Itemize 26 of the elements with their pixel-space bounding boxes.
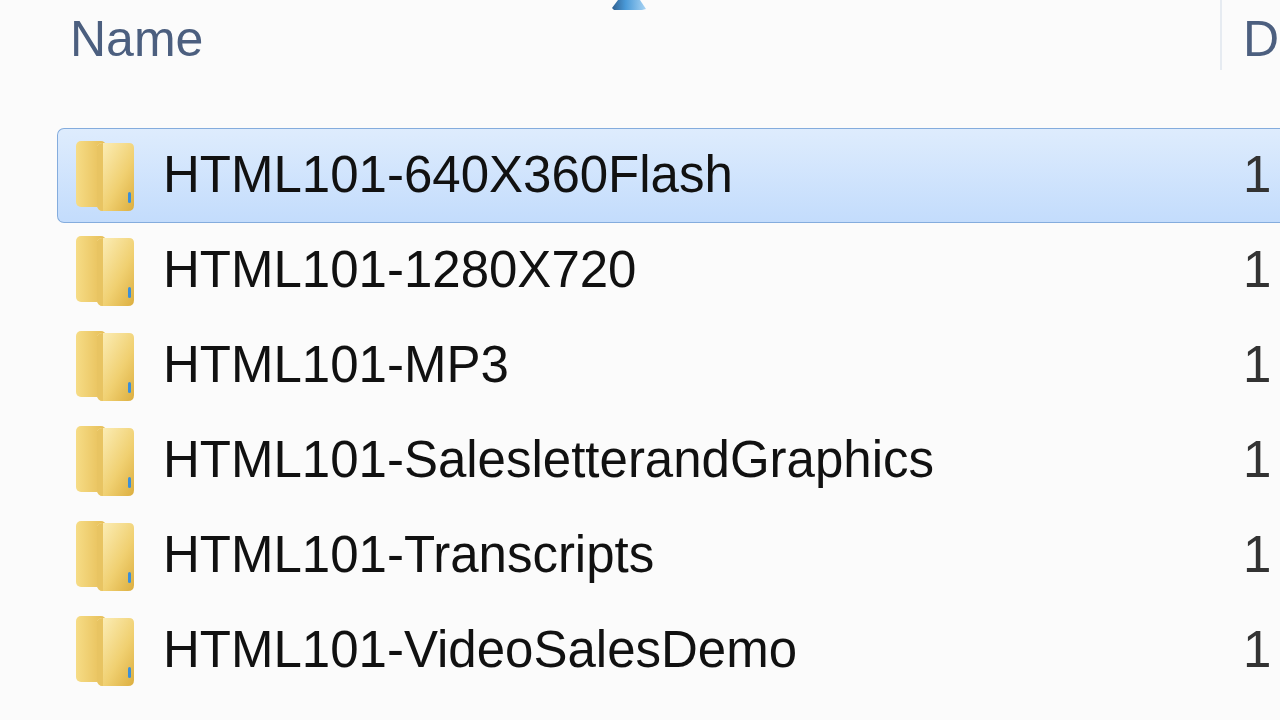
folder-row[interactable]: HTML101-SalesletterandGraphics 1: [57, 413, 1280, 508]
folder-icon: [75, 329, 135, 402]
folder-icon: [75, 234, 135, 307]
folder-icon: [75, 139, 135, 212]
folder-row[interactable]: HTML101-Transcripts 1: [57, 508, 1280, 603]
folder-name: HTML101-640X360Flash: [163, 146, 733, 205]
folder-row[interactable]: HTML101-VideoSalesDemo 1: [57, 603, 1280, 698]
folder-name: HTML101-MP3: [163, 336, 509, 395]
table-cell-text: 1: [1243, 526, 1273, 585]
folder-icon: [75, 519, 135, 592]
column-header[interactable]: D: [1243, 11, 1280, 67]
table-cell-text: 1: [1243, 621, 1273, 680]
folder-name: HTML101-1280X720: [163, 241, 637, 300]
column-header[interactable]: Name: [70, 11, 204, 67]
folder-row[interactable]: HTML101-MP3 1: [57, 318, 1280, 413]
folder-name: HTML101-VideoSalesDemo: [163, 621, 798, 680]
folder-row[interactable]: HTML101-1280X720 1: [57, 223, 1280, 318]
folder-name: HTML101-SalesletterandGraphics: [163, 431, 935, 490]
table-cell-text: 1: [1243, 241, 1273, 300]
table-cell-text: 1: [1243, 336, 1273, 395]
table-cell-text: 1: [1243, 146, 1273, 205]
table-cell-text: 1: [1243, 431, 1273, 490]
folder-icon: [75, 614, 135, 687]
folder-row[interactable]: HTML101-640X360Flash 1: [57, 128, 1280, 223]
folder-name: HTML101-Transcripts: [163, 526, 655, 585]
folder-icon: [75, 424, 135, 497]
